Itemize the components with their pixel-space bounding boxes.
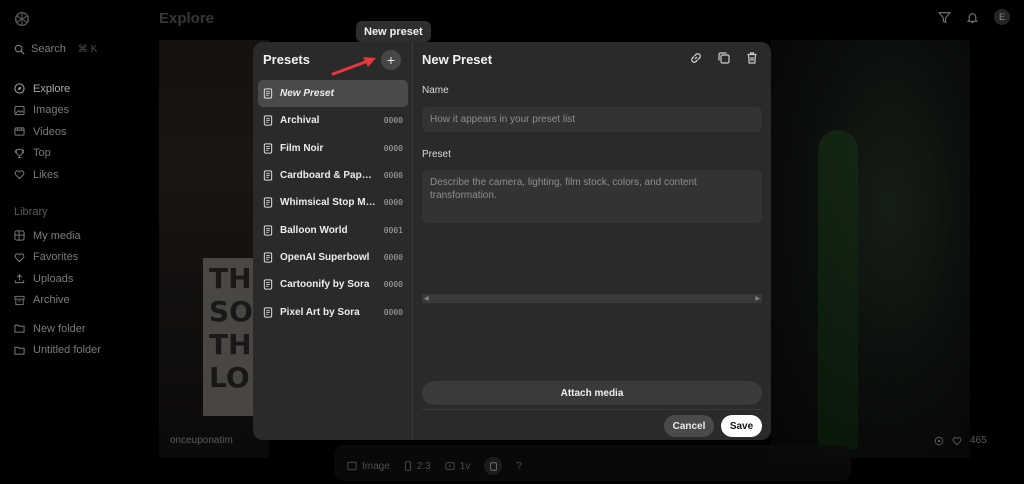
- scroll-right-icon[interactable]: ▶: [755, 295, 760, 302]
- preset-name: Film Noir: [280, 142, 324, 154]
- preset-count: 0001: [383, 225, 403, 235]
- preset-list-item[interactable]: Pixel Art by Sora 0000: [258, 298, 408, 325]
- preset-list-item[interactable]: Film Noir 0000: [258, 135, 408, 162]
- annotation-arrow-icon: [331, 57, 376, 76]
- preset-list-item[interactable]: OpenAI Superbowl 0000: [258, 244, 408, 271]
- preset-name: New Preset: [280, 88, 334, 100]
- preset-count: 0000: [383, 116, 403, 126]
- presets-pane: Presets + New Preset Archival 0000 Film Noi…: [253, 42, 413, 440]
- preset-description-input[interactable]: [422, 170, 762, 223]
- preset-editor: New Preset Name Preset ◀ ▶ Attach media …: [413, 42, 771, 440]
- preset-list-item[interactable]: Cardboard & Papercraft 0000: [258, 162, 408, 189]
- preset-list-item[interactable]: New Preset: [258, 80, 408, 108]
- preset-file-icon: [263, 279, 273, 290]
- add-preset-button[interactable]: +: [381, 50, 401, 70]
- cancel-button[interactable]: Cancel: [664, 415, 714, 437]
- link-icon[interactable]: [689, 51, 703, 65]
- preset-file-icon: [263, 306, 273, 318]
- preset-list: New Preset Archival 0000 Film Noir 0000 Cardb…: [258, 80, 408, 326]
- preset-file-icon: [263, 252, 273, 263]
- preset-modal: Presets + New Preset Archival 0000 Film Noi…: [253, 42, 771, 440]
- preset-count: 0000: [383, 171, 403, 181]
- preset-list-item[interactable]: Balloon World 0001: [258, 216, 408, 243]
- preset-file-icon: [263, 170, 273, 181]
- preset-name: Balloon World: [280, 224, 348, 236]
- new-preset-tooltip: New preset: [356, 21, 431, 42]
- preset-name: Cartoonify by Sora: [280, 279, 370, 291]
- name-label: Name: [422, 85, 449, 96]
- duplicate-icon[interactable]: [717, 51, 731, 65]
- preset-name-input[interactable]: [422, 107, 762, 132]
- preset-list-item[interactable]: Cartoonify by Sora 0000: [258, 271, 408, 298]
- trash-icon[interactable]: [745, 51, 759, 65]
- preset-label: Preset: [422, 149, 451, 160]
- save-button[interactable]: Save: [721, 415, 762, 437]
- preset-count: 0000: [383, 198, 403, 208]
- preset-file-icon: [263, 197, 273, 208]
- preset-name: Whimsical Stop Motion: [280, 197, 377, 209]
- preset-name: Archival: [280, 115, 320, 127]
- editor-title: New Preset: [422, 52, 493, 67]
- preset-name: Pixel Art by Sora: [280, 306, 360, 318]
- preset-file-icon: [263, 225, 273, 236]
- scroll-left-icon[interactable]: ◀: [424, 295, 429, 302]
- preset-file-icon: [263, 115, 273, 127]
- presets-title: Presets: [263, 52, 310, 67]
- preset-name: Cardboard & Papercraft: [280, 170, 377, 182]
- preset-file-icon: [263, 88, 273, 99]
- footer-divider: [422, 409, 762, 410]
- preset-file-icon: [263, 143, 273, 154]
- preset-list-item[interactable]: Archival 0000: [258, 107, 408, 134]
- preset-name: OpenAI Superbowl: [280, 251, 370, 263]
- editor-actions: [689, 51, 759, 65]
- preset-list-item[interactable]: Whimsical Stop Motion 0000: [258, 189, 408, 216]
- attach-media-button[interactable]: Attach media: [422, 381, 762, 405]
- preset-count: 0000: [383, 143, 403, 153]
- preset-count: 0000: [383, 252, 403, 262]
- horizontal-scrollbar[interactable]: ◀ ▶: [422, 294, 762, 303]
- preset-count: 0000: [383, 280, 403, 290]
- preset-count: 0000: [383, 307, 403, 317]
